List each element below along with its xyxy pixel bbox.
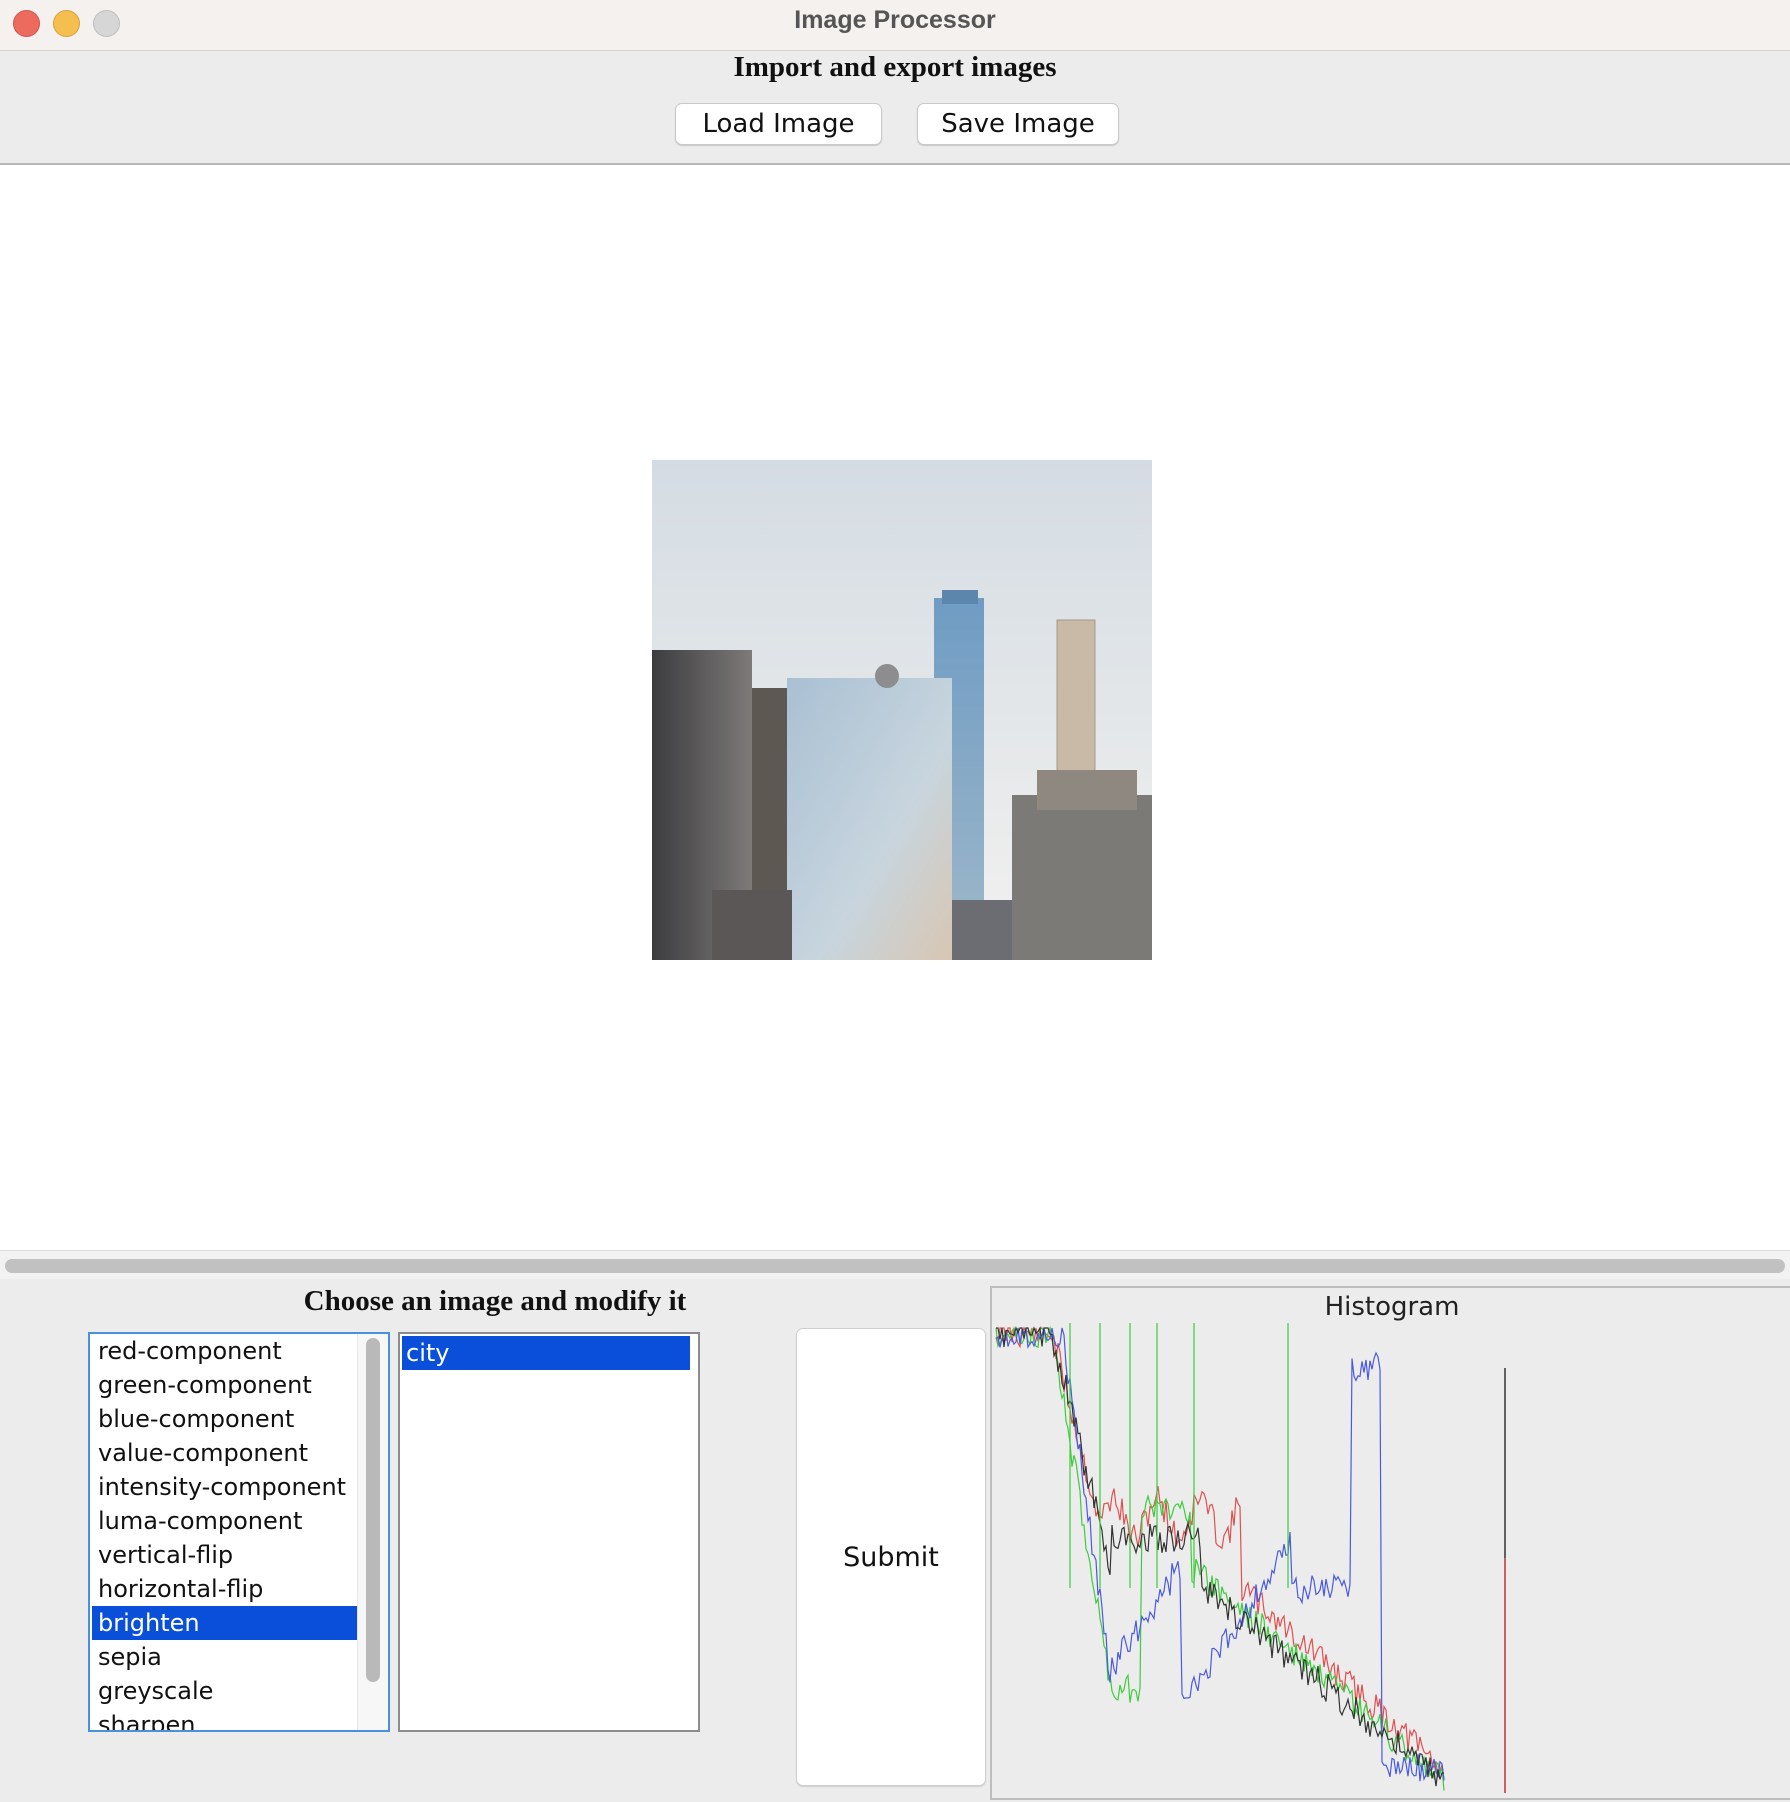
import-export-heading: Import and export images — [733, 51, 1057, 83]
horizontal-scrollbar[interactable] — [0, 1250, 1790, 1279]
operation-item-vertical-flip[interactable]: vertical-flip — [92, 1538, 358, 1572]
operation-item-blue-component[interactable]: blue-component — [92, 1402, 358, 1436]
title-bar: Image Processor — [0, 0, 1790, 51]
image-list[interactable]: city — [398, 1332, 700, 1732]
operation-item-value-component[interactable]: value-component — [92, 1436, 358, 1470]
operation-item-sepia[interactable]: sepia — [92, 1640, 358, 1674]
modify-heading: Choose an image and modify it — [303, 1285, 687, 1317]
image-viewer — [0, 165, 1790, 1250]
operation-item-intensity-component[interactable]: intensity-component — [92, 1470, 358, 1504]
operation-item-brighten[interactable]: brighten — [92, 1606, 358, 1640]
operation-item-luma-component[interactable]: luma-component — [92, 1504, 358, 1538]
horizontal-scrollbar-thumb[interactable] — [5, 1259, 1785, 1273]
submit-button[interactable]: Submit — [796, 1328, 986, 1786]
save-image-button[interactable]: Save Image — [917, 103, 1119, 145]
histogram-panel: Histogram — [990, 1286, 1790, 1800]
window-title: Image Processor — [794, 6, 996, 34]
operation-item-horizontal-flip[interactable]: horizontal-flip — [92, 1572, 358, 1606]
load-image-button[interactable]: Load Image — [675, 103, 882, 145]
operation-list[interactable]: red-component green-component blue-compone… — [88, 1332, 390, 1732]
operation-item-red-component[interactable]: red-component — [92, 1334, 358, 1368]
operation-item-greyscale[interactable]: greyscale — [92, 1674, 358, 1708]
operation-item-sharpen[interactable]: sharpen — [92, 1708, 358, 1730]
operation-item-green-component[interactable]: green-component — [92, 1368, 358, 1402]
image-list-item[interactable]: city — [402, 1336, 690, 1370]
histogram-plot — [995, 1323, 1506, 1793]
operation-list-scrollbar-thumb[interactable] — [366, 1338, 380, 1682]
loaded-image — [652, 460, 1152, 960]
import-export-panel: Import and export images Load Image Save… — [0, 51, 1790, 165]
histogram-green-line — [995, 1325, 1445, 1791]
operation-list-scrollbar[interactable] — [357, 1334, 388, 1730]
modify-panel: Choose an image and modify it red-compon… — [0, 1280, 1790, 1802]
